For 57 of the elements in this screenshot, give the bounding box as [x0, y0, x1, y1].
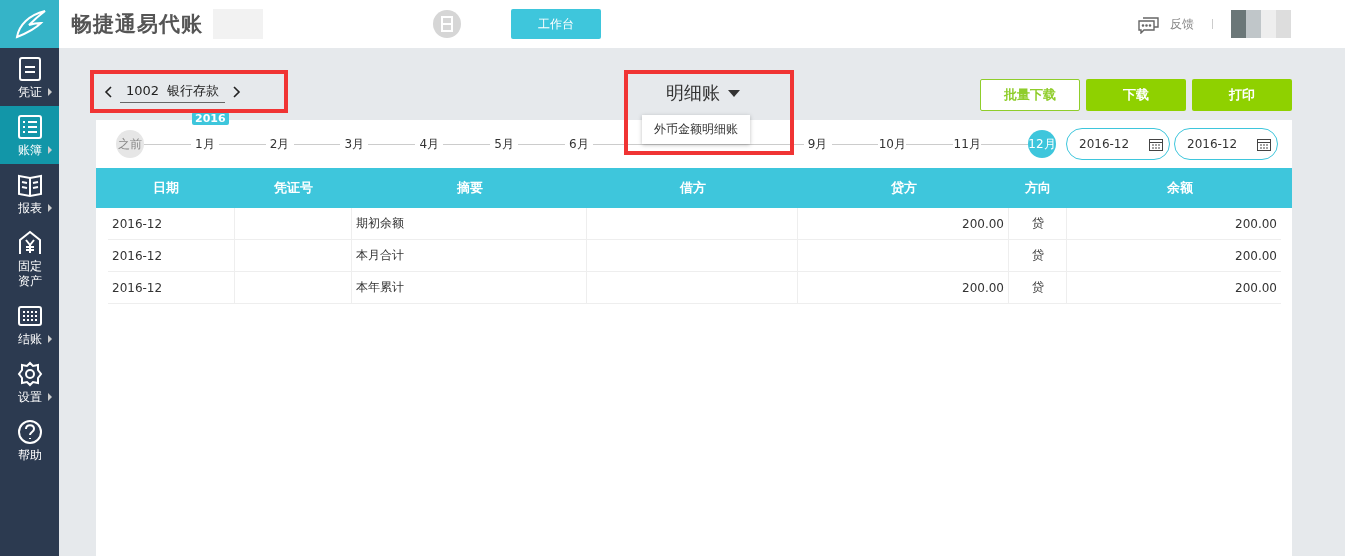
menu-item[interactable]: 外币金额明细账 — [654, 121, 738, 138]
month-tab[interactable]: 10月 — [878, 130, 907, 158]
month-tab[interactable]: 5月 — [490, 130, 519, 158]
table-cell: 贷 — [1031, 279, 1044, 296]
month-tab[interactable]: 1月 — [190, 130, 219, 158]
sidebar-item[interactable]: 结账 — [0, 295, 59, 353]
calendar-icon — [1149, 137, 1163, 151]
list-icon — [16, 114, 43, 140]
voucher-icon — [16, 56, 43, 82]
column-header: 借方 — [678, 179, 707, 197]
caret-down-icon — [728, 89, 740, 97]
previous-account-button[interactable] — [102, 83, 114, 100]
column-header: 凭证号 — [273, 179, 314, 197]
table-cell: 期初余额 — [356, 215, 404, 232]
chevron-left-icon — [104, 85, 112, 98]
calendar-icon — [1257, 137, 1271, 151]
app-title: 畅捷通易代账 — [71, 11, 203, 38]
table-cell: 贷 — [1031, 247, 1044, 264]
table-cell: 本月合计 — [356, 247, 404, 264]
month-tab[interactable]: 4月 — [415, 130, 444, 158]
sidebar-item[interactable]: 账簿 — [0, 106, 59, 164]
sidebar-item[interactable]: 固定资产 — [0, 222, 59, 295]
column-header: 日期 — [151, 179, 180, 197]
sidebar-item[interactable]: 凭证 — [0, 48, 59, 106]
table-cell: 200.00 — [962, 216, 1004, 231]
column-header: 摘要 — [455, 179, 484, 197]
table-cell: 200.00 — [1235, 216, 1277, 231]
feedback-link[interactable]: 反馈 — [1170, 15, 1194, 33]
book-icon — [16, 172, 43, 198]
account-selector[interactable]: 1002 银行存款 — [120, 80, 226, 103]
table-cell: 2016-12 — [112, 248, 163, 263]
month-tab[interactable]: 2月 — [265, 130, 294, 158]
blurred-avatar[interactable] — [1231, 10, 1291, 38]
table-cell: 200.00 — [1235, 280, 1277, 295]
asset-icon — [16, 230, 43, 256]
chat-icon[interactable] — [1138, 14, 1160, 34]
column-header: 贷方 — [889, 179, 918, 197]
table-cell: 贷 — [1031, 215, 1044, 232]
table-cell: 200.00 — [962, 280, 1004, 295]
sidebar-item[interactable]: 设置 — [0, 353, 59, 411]
month-tab[interactable]: 6月 — [564, 130, 593, 158]
chevron-right-icon — [233, 85, 242, 98]
table-cell: 2016-12 — [112, 280, 163, 295]
ledger-type-dropdown[interactable]: 明细账 — [660, 80, 746, 106]
help-icon — [16, 419, 43, 445]
abacus-icon — [16, 303, 43, 329]
table-cell: 200.00 — [1235, 248, 1277, 263]
column-header: 余额 — [1165, 179, 1194, 197]
column-header: 方向 — [1024, 179, 1052, 197]
table-cell: 2016-12 — [112, 216, 163, 231]
gear-icon — [16, 361, 43, 387]
month-tab[interactable]: 9月 — [803, 130, 832, 158]
sidebar-item[interactable]: 帮助 — [0, 411, 59, 469]
sidebar-item[interactable]: 报表 — [0, 164, 59, 222]
month-tab[interactable]: 3月 — [340, 130, 369, 158]
month-tab[interactable]: 11月 — [953, 130, 982, 158]
table-cell: 本年累计 — [356, 279, 404, 296]
